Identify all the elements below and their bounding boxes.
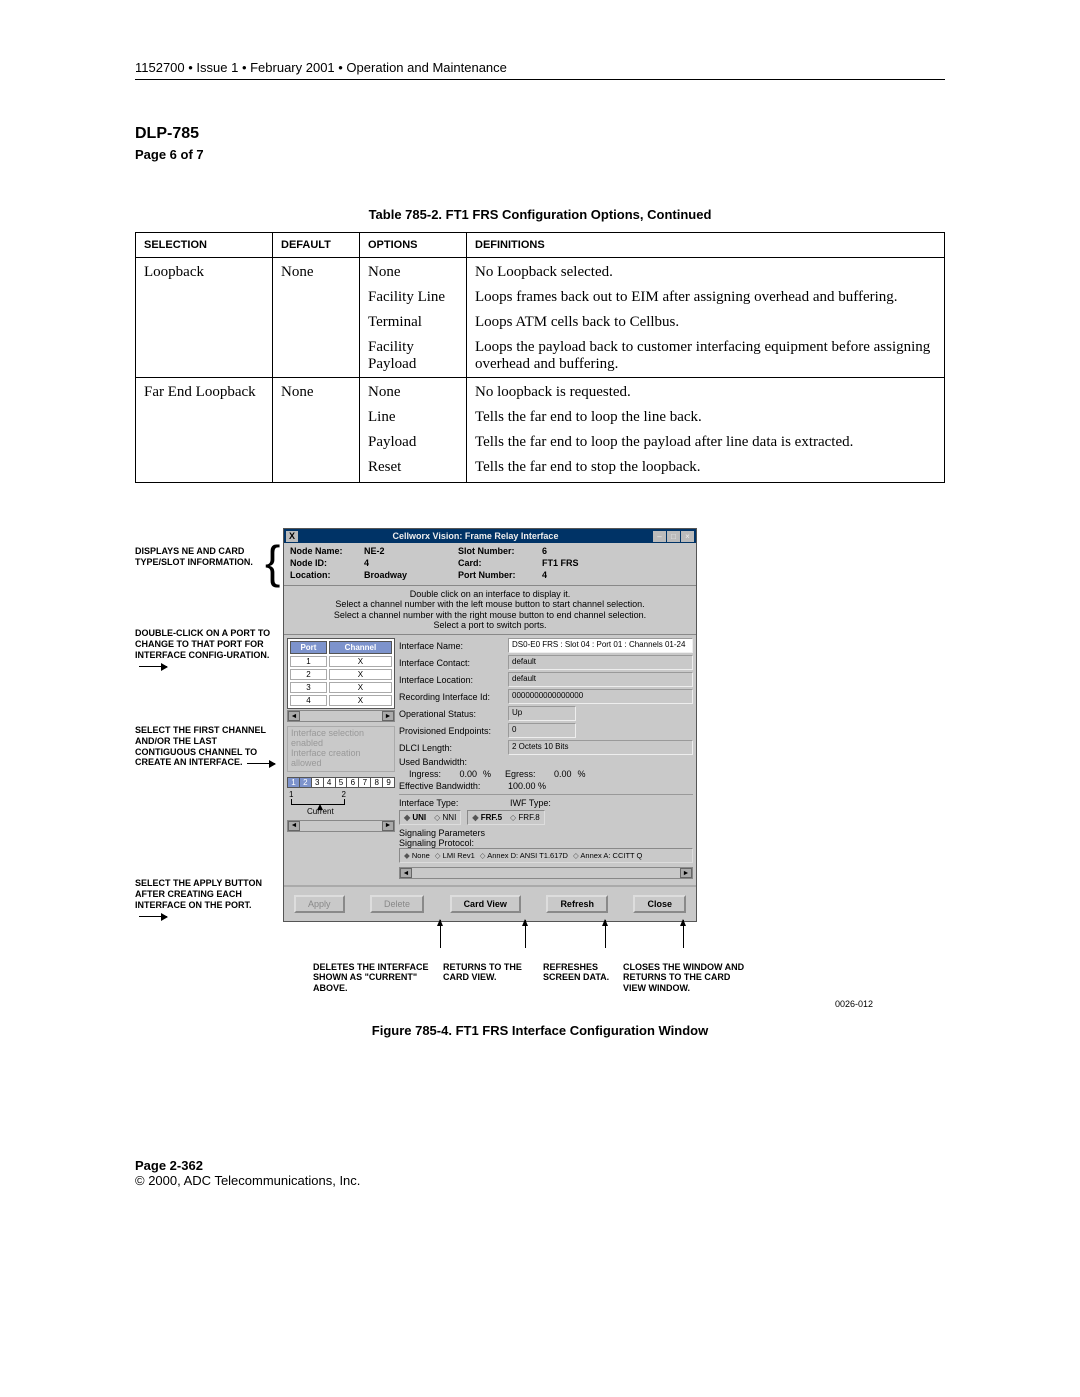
arrow-right-icon	[247, 763, 275, 764]
sigprot-radio[interactable]: None LMI Rev1 Annex D: ANSI T1.617D Anne…	[399, 848, 693, 863]
maximize-icon[interactable]: □	[667, 531, 680, 542]
doc-header: 1152700 • Issue 1 • February 2001 • Oper…	[135, 60, 945, 75]
port-row[interactable]: 1X	[290, 656, 392, 667]
arrow-right-icon	[139, 916, 167, 917]
close-x-icon[interactable]: X	[286, 531, 298, 542]
refresh-button[interactable]: Refresh	[546, 895, 608, 913]
port-panel: PortChannel 1X 2X 3X 4X ◄► Interface sel…	[287, 638, 395, 879]
table-row: Far End LoopbackNoneNoneNo loopback is r…	[136, 378, 945, 406]
table-caption: Table 785-2. FT1 FRS Configuration Optio…	[135, 207, 945, 222]
minimize-icon[interactable]: –	[653, 531, 666, 542]
iftype-radio[interactable]: UNI NNI	[399, 810, 461, 825]
recording-id-field[interactable]: 0000000000000000	[508, 689, 693, 704]
scroll-left-icon[interactable]: ◄	[288, 821, 300, 831]
apply-button[interactable]: Apply	[294, 895, 345, 913]
channel-diagram: 12 Current	[287, 790, 395, 816]
figure-caption: Figure 785-4. FT1 FRS Interface Configur…	[135, 1023, 945, 1038]
dlci-field[interactable]: 2 Octets 10 Bits	[508, 740, 693, 755]
brace-icon: {	[265, 542, 280, 582]
figure-number: 0026-012	[313, 999, 873, 1009]
dlp-code: DLP-785	[135, 125, 945, 143]
left-callouts: DISPLAYS NE AND CARD TYPE/SLOT INFORMATI…	[135, 528, 275, 928]
callout-info: DISPLAYS NE AND CARD TYPE/SLOT INFORMATI…	[135, 546, 275, 568]
info-header: Node Name:NE-2 Slot Number:6 Node ID:4 C…	[284, 543, 696, 586]
scrollbar[interactable]: ◄►	[287, 820, 395, 832]
th-default: DEFAULT	[273, 233, 360, 258]
button-bar: Apply Delete Card View Refresh Close	[284, 885, 696, 921]
table-row: TerminalLoops ATM cells back to Cellbus.	[136, 310, 945, 335]
close-icon[interactable]: ×	[681, 531, 694, 542]
brace-wrap: { X Cellworx Vision: Frame Relay Interfa…	[283, 528, 697, 928]
config-window: X Cellworx Vision: Frame Relay Interface…	[283, 528, 697, 922]
page-of: Page 6 of 7	[135, 147, 945, 162]
page-number: Page 2-362	[135, 1158, 945, 1173]
titlebar[interactable]: X Cellworx Vision: Frame Relay Interface…	[284, 529, 696, 543]
th-selection: SELECTION	[136, 233, 273, 258]
port-row[interactable]: 2X	[290, 669, 392, 680]
table-row: ResetTells the far end to stop the loopb…	[136, 455, 945, 483]
endpoints-field: 0	[508, 723, 576, 738]
delete-button[interactable]: Delete	[370, 895, 424, 913]
scrollbar[interactable]: ◄►	[287, 710, 395, 722]
port-table[interactable]: PortChannel 1X 2X 3X 4X	[287, 638, 395, 709]
bottom-callouts: DELETES THE INTERFACE SHOWN AS "CURRENT"…	[135, 962, 945, 993]
arrow-right-icon	[139, 666, 167, 667]
interface-name-field[interactable]: DS0-E0 FRS : Slot 04 : Port 01 : Channel…	[508, 638, 693, 653]
callout-port: DOUBLE-CLICK ON A PORT TO CHANGE TO THAT…	[135, 628, 275, 671]
op-status-field: Up	[508, 706, 576, 721]
arrow-up-icon	[605, 920, 606, 948]
callout-refresh: REFRESHES SCREEN DATA.	[543, 962, 623, 993]
footer: Page 2-362 © 2000, ADC Telecommunication…	[135, 1158, 945, 1188]
th-definitions: DEFINITIONS	[467, 233, 945, 258]
cardview-button[interactable]: Card View	[450, 895, 521, 913]
table-row: Facility PayloadLoops the payload back t…	[136, 335, 945, 378]
port-row[interactable]: 3X	[290, 682, 392, 693]
divider	[135, 79, 945, 80]
scrollbar[interactable]: ◄►	[399, 867, 693, 879]
table-row: PayloadTells the far end to loop the pay…	[136, 430, 945, 455]
callout-apply: SELECT THE APPLY BUTTON AFTER CREATING E…	[135, 878, 275, 921]
channel-selector[interactable]: 1 2 3 4 5 6 7 8 9	[287, 777, 395, 788]
copyright: © 2000, ADC Telecommunications, Inc.	[135, 1173, 945, 1188]
port-row[interactable]: 4X	[290, 695, 392, 706]
scroll-right-icon[interactable]: ►	[382, 821, 394, 831]
callout-delete: DELETES THE INTERFACE SHOWN AS "CURRENT"…	[313, 962, 443, 993]
scroll-right-icon[interactable]: ►	[680, 868, 692, 878]
figure-wrap: DISPLAYS NE AND CARD TYPE/SLOT INFORMATI…	[135, 528, 945, 928]
status-box: Interface selection enabled Interface cr…	[287, 726, 395, 772]
instructions: Double click on an interface to display …	[284, 586, 696, 635]
interface-contact-field[interactable]: default	[508, 655, 693, 670]
arrow-up-icon	[683, 920, 684, 948]
fields-panel: Interface Name:DS0-E0 FRS : Slot 04 : Po…	[399, 638, 693, 879]
callout-return: RETURNS TO THE CARD VIEW.	[443, 962, 543, 993]
th-options: OPTIONS	[360, 233, 467, 258]
arrow-up-icon	[440, 920, 441, 948]
callout-channel: SELECT THE FIRST CHANNEL AND/OR THE LAST…	[135, 725, 275, 768]
scroll-left-icon[interactable]: ◄	[400, 868, 412, 878]
table-row: LoopbackNoneNoneNo Loopback selected.	[136, 258, 945, 286]
scroll-left-icon[interactable]: ◄	[288, 711, 300, 721]
table-row: LineTells the far end to loop the line b…	[136, 405, 945, 430]
interface-location-field[interactable]: default	[508, 672, 693, 687]
table-row: Facility LineLoops frames back out to EI…	[136, 285, 945, 310]
callout-close: CLOSES THE WINDOW AND RETURNS TO THE CAR…	[623, 962, 753, 993]
arrow-up-icon	[525, 920, 526, 948]
iwftype-radio[interactable]: FRF.5 FRF.8	[467, 810, 544, 825]
window-title: Cellworx Vision: Frame Relay Interface	[298, 531, 653, 541]
close-button[interactable]: Close	[633, 895, 686, 913]
config-table: SELECTION DEFAULT OPTIONS DEFINITIONS Lo…	[135, 232, 945, 483]
scroll-right-icon[interactable]: ►	[382, 711, 394, 721]
